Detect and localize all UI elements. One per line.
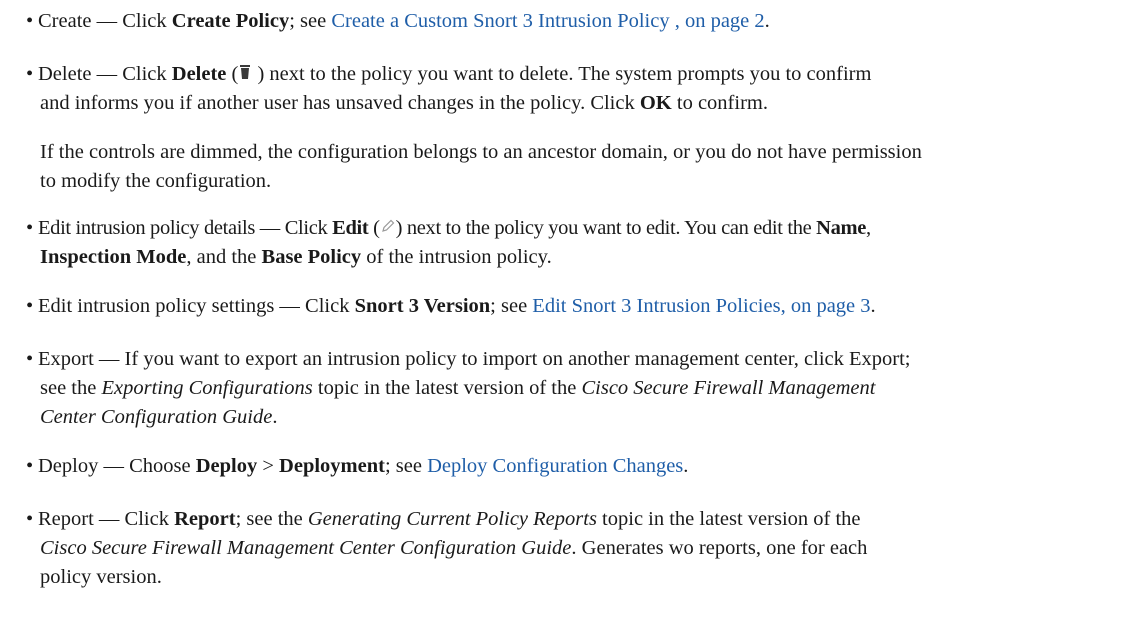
base-policy-label: Base Policy: [261, 246, 362, 268]
bullet: •: [26, 348, 34, 370]
deployment-label: Deployment: [279, 455, 385, 477]
guide-title-continued: Center Configuration Guide: [40, 406, 273, 428]
inspection-mode-label: Inspection Mode: [40, 246, 187, 268]
bullet: •: [26, 295, 34, 317]
list-item-edit-settings: • Edit intrusion policy settings — Click …: [26, 292, 1136, 321]
bullet: •: [26, 508, 34, 530]
bullet: •: [26, 455, 34, 477]
create-policy-link[interactable]: Create a Custom Snort 3 Intrusion Policy…: [331, 10, 764, 32]
snort3-version-label: Snort 3 Version: [354, 295, 491, 317]
bullet: •: [26, 217, 33, 239]
pencil-icon: [381, 219, 395, 233]
deploy-label: Deploy: [195, 455, 258, 477]
edit-label: Edit: [332, 217, 369, 239]
report-label: Report: [174, 508, 236, 530]
bullet: •: [26, 10, 34, 32]
list-item-deploy: • Deploy — Choose Deploy > Deployment; se…: [26, 452, 1136, 481]
generating-reports-topic: Generating Current Policy Reports: [307, 508, 597, 530]
exporting-configurations-topic: Exporting Configurations: [101, 377, 313, 399]
list-item-delete: • Delete — Click Delete ( ) next to the p…: [26, 60, 1136, 118]
create-policy-label: Create Policy: [171, 10, 290, 32]
list-item-export: • Export — If you want to export an intru…: [26, 345, 1136, 432]
list-item-edit-details: • Edit intrusion policy details — Click E…: [26, 214, 1136, 272]
bullet: •: [26, 63, 34, 85]
guide-title: Cisco Secure Firewall Management Center …: [40, 537, 572, 559]
document-page: • Create — Click Create Policy; see Creat…: [0, 0, 1143, 634]
deploy-configuration-changes-link[interactable]: Deploy Configuration Changes: [427, 455, 683, 477]
name-label: Name: [816, 217, 866, 239]
dimmed-controls-note: If the controls are dimmed, the configur…: [40, 141, 922, 192]
trash-icon: [240, 65, 251, 80]
delete-label: Delete: [171, 63, 227, 85]
list-item-report: • Report — Click Report; see the Generati…: [26, 505, 1136, 592]
list-item-create: • Create — Click Create Policy; see Creat…: [26, 7, 1136, 36]
guide-title: Cisco Secure Firewall Management: [581, 377, 876, 399]
ok-label: OK: [639, 92, 672, 114]
edit-snort3-policies-link[interactable]: Edit Snort 3 Intrusion Policies, on page…: [532, 295, 870, 317]
